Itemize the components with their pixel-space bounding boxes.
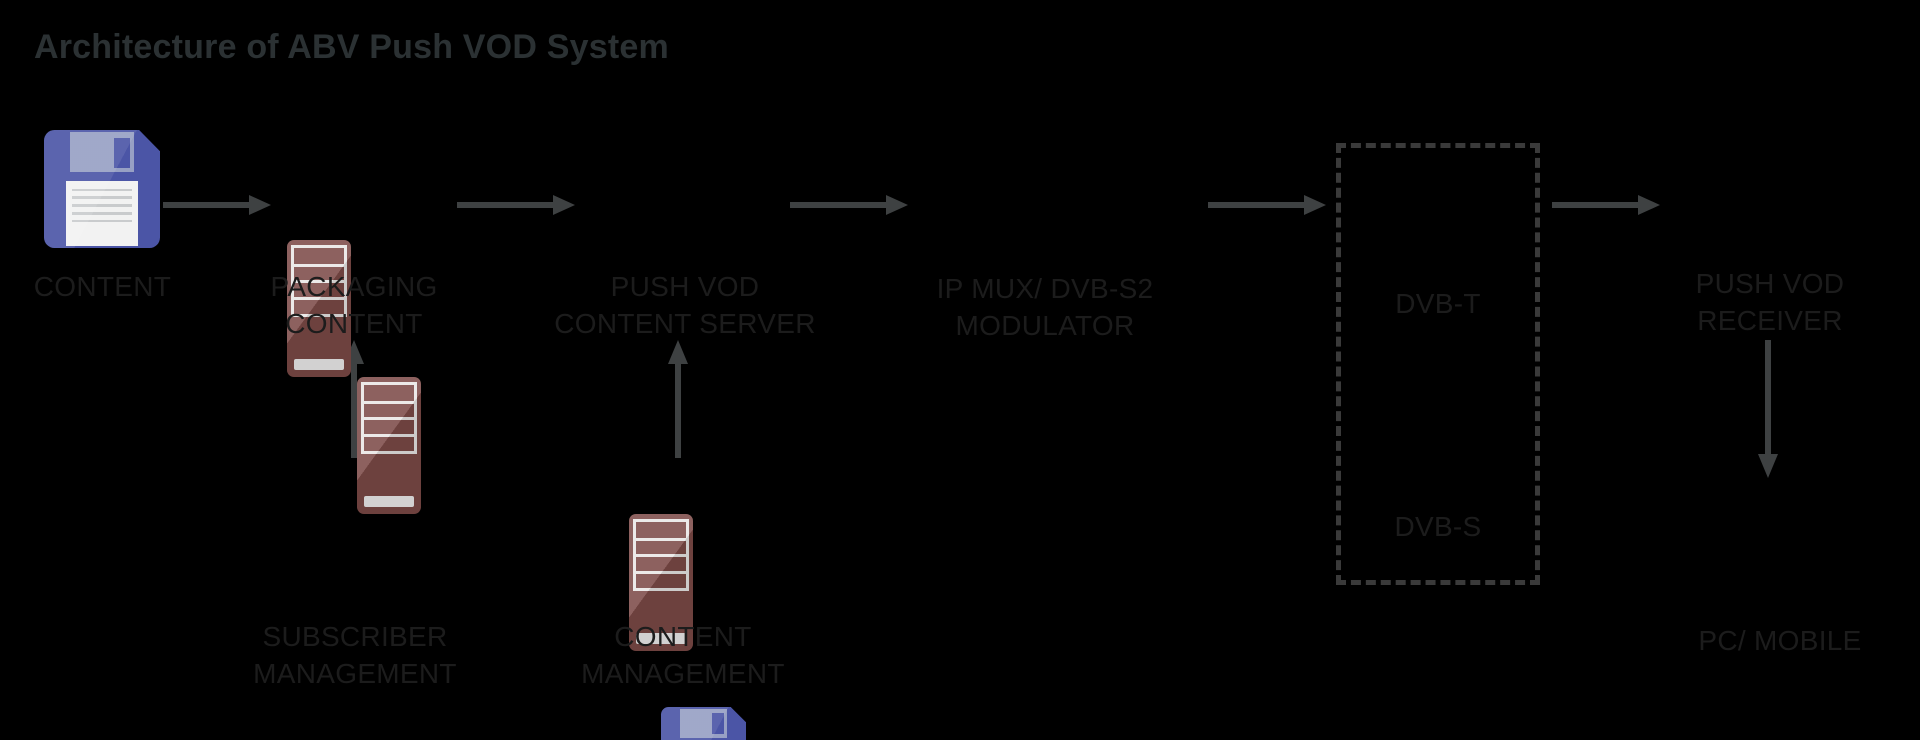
page-title: Architecture of ABV Push VOD System xyxy=(34,28,669,66)
arrow-content-to-packaging xyxy=(163,195,271,215)
arrow-pushvod-to-modulator xyxy=(790,195,908,215)
node-content-mgmt-label: CONTENT MANAGEMENT xyxy=(581,621,785,689)
node-dvbs-label: DVB-S xyxy=(1394,511,1482,542)
node-subscriber-label: SUBSCRIBER MANAGEMENT xyxy=(253,621,457,689)
floppy-label xyxy=(66,180,138,246)
node-modulator-label: IP MUX/ DVB-S2 MODULATOR xyxy=(936,273,1154,341)
arrow-receiver-to-pcmobile xyxy=(1758,340,1778,478)
diagram-canvas: Architecture of ABV Push VOD System CONT… xyxy=(0,0,1920,740)
rack-bays xyxy=(633,519,689,591)
arrow-modulator-to-dvbt xyxy=(1208,195,1326,215)
arrow-packaging-to-pushvod xyxy=(457,195,575,215)
node-content-icon[interactable] xyxy=(44,130,160,248)
node-packaging-content-label: PACKAGING CONTENT xyxy=(270,271,438,339)
rack-bays xyxy=(361,382,417,454)
rack-front-strip xyxy=(294,358,344,371)
node-content-label: CONTENT xyxy=(33,271,172,302)
floppy-shutter-slot xyxy=(712,712,724,735)
node-receiver-label: PUSH VOD RECEIVER xyxy=(1695,268,1845,336)
rack-front-strip xyxy=(364,495,414,508)
node-pushvod-floppy[interactable] xyxy=(661,707,746,740)
node-dvbt-label: DVB-T xyxy=(1395,288,1481,319)
floppy-shutter-slot xyxy=(113,138,130,168)
node-packaging-rack-right[interactable] xyxy=(357,377,421,514)
node-pushvod-server-label: PUSH VOD CONTENT SERVER xyxy=(554,271,816,339)
arrow-dvbt-to-receiver xyxy=(1552,195,1660,215)
arrow-contentmgmt-to-pushvod xyxy=(668,340,688,458)
node-pcmobile-label: PC/ MOBILE xyxy=(1698,625,1862,656)
